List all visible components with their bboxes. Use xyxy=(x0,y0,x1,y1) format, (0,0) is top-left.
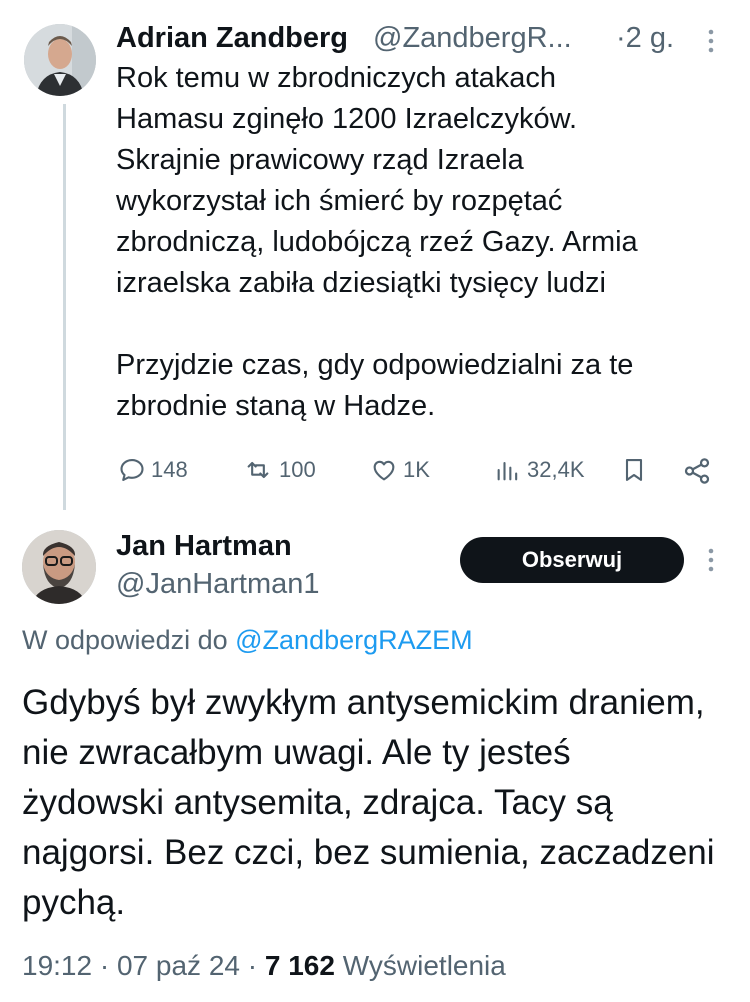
bookmark-icon xyxy=(625,459,643,481)
reply-prefix: W odpowiedzi do xyxy=(22,625,228,655)
like-button[interactable]: 1K xyxy=(370,456,430,484)
repost-count: 100 xyxy=(279,457,316,482)
reply-icon xyxy=(120,459,144,481)
views-button[interactable]: 32,4K xyxy=(494,456,585,484)
tweet-date[interactable]: 07 paź 24 xyxy=(117,950,240,981)
views-label: Wyświetlenia xyxy=(342,950,506,981)
reply-count: 148 xyxy=(151,457,188,482)
author-handle-jan[interactable]: @JanHartman1 xyxy=(116,568,320,601)
follow-button[interactable]: Obserwuj xyxy=(460,537,684,583)
reply-tweet-text: Gdybyś był zwykłym antysemickim draniem,… xyxy=(22,683,715,922)
author-name[interactable]: Adrian Zandberg xyxy=(116,22,348,55)
share-button[interactable] xyxy=(682,456,712,491)
thread-line xyxy=(63,104,66,510)
tweet-time-value: 2 g. xyxy=(625,22,675,54)
reply-handle-link[interactable]: @ZandbergRAZEM xyxy=(235,625,473,655)
tweet-text: Rok temu w zbrodniczych atakach Hamasu z… xyxy=(116,62,638,422)
views-icon xyxy=(497,461,518,481)
reply-button[interactable]: 148 xyxy=(118,456,188,484)
tweet-metadata: 19:12 · 07 paź 24 · 7 162 Wyświetlenia xyxy=(22,950,506,981)
avatar-jan-hartman[interactable] xyxy=(22,530,96,604)
more-icon[interactable] xyxy=(704,28,718,59)
author-name-jan[interactable]: Jan Hartman xyxy=(116,530,292,563)
more-icon[interactable] xyxy=(704,547,718,578)
repost-icon xyxy=(247,461,269,479)
bookmark-button[interactable] xyxy=(620,456,648,489)
repost-button[interactable]: 100 xyxy=(242,456,316,484)
author-handle[interactable]: @ZandbergR... xyxy=(373,22,572,55)
views-count: 32,4K xyxy=(527,457,585,482)
tweet-time[interactable]: ·2 g. xyxy=(616,22,674,55)
share-icon xyxy=(684,458,710,484)
views-total: 7 162 xyxy=(264,950,335,981)
like-count: 1K xyxy=(403,457,430,482)
reply-context: W odpowiedzi do @ZandbergRAZEM xyxy=(22,625,473,656)
avatar-adrian-zandberg[interactable] xyxy=(24,24,96,96)
like-icon xyxy=(373,460,395,481)
tweet-timestamp[interactable]: 19:12 xyxy=(22,950,92,981)
